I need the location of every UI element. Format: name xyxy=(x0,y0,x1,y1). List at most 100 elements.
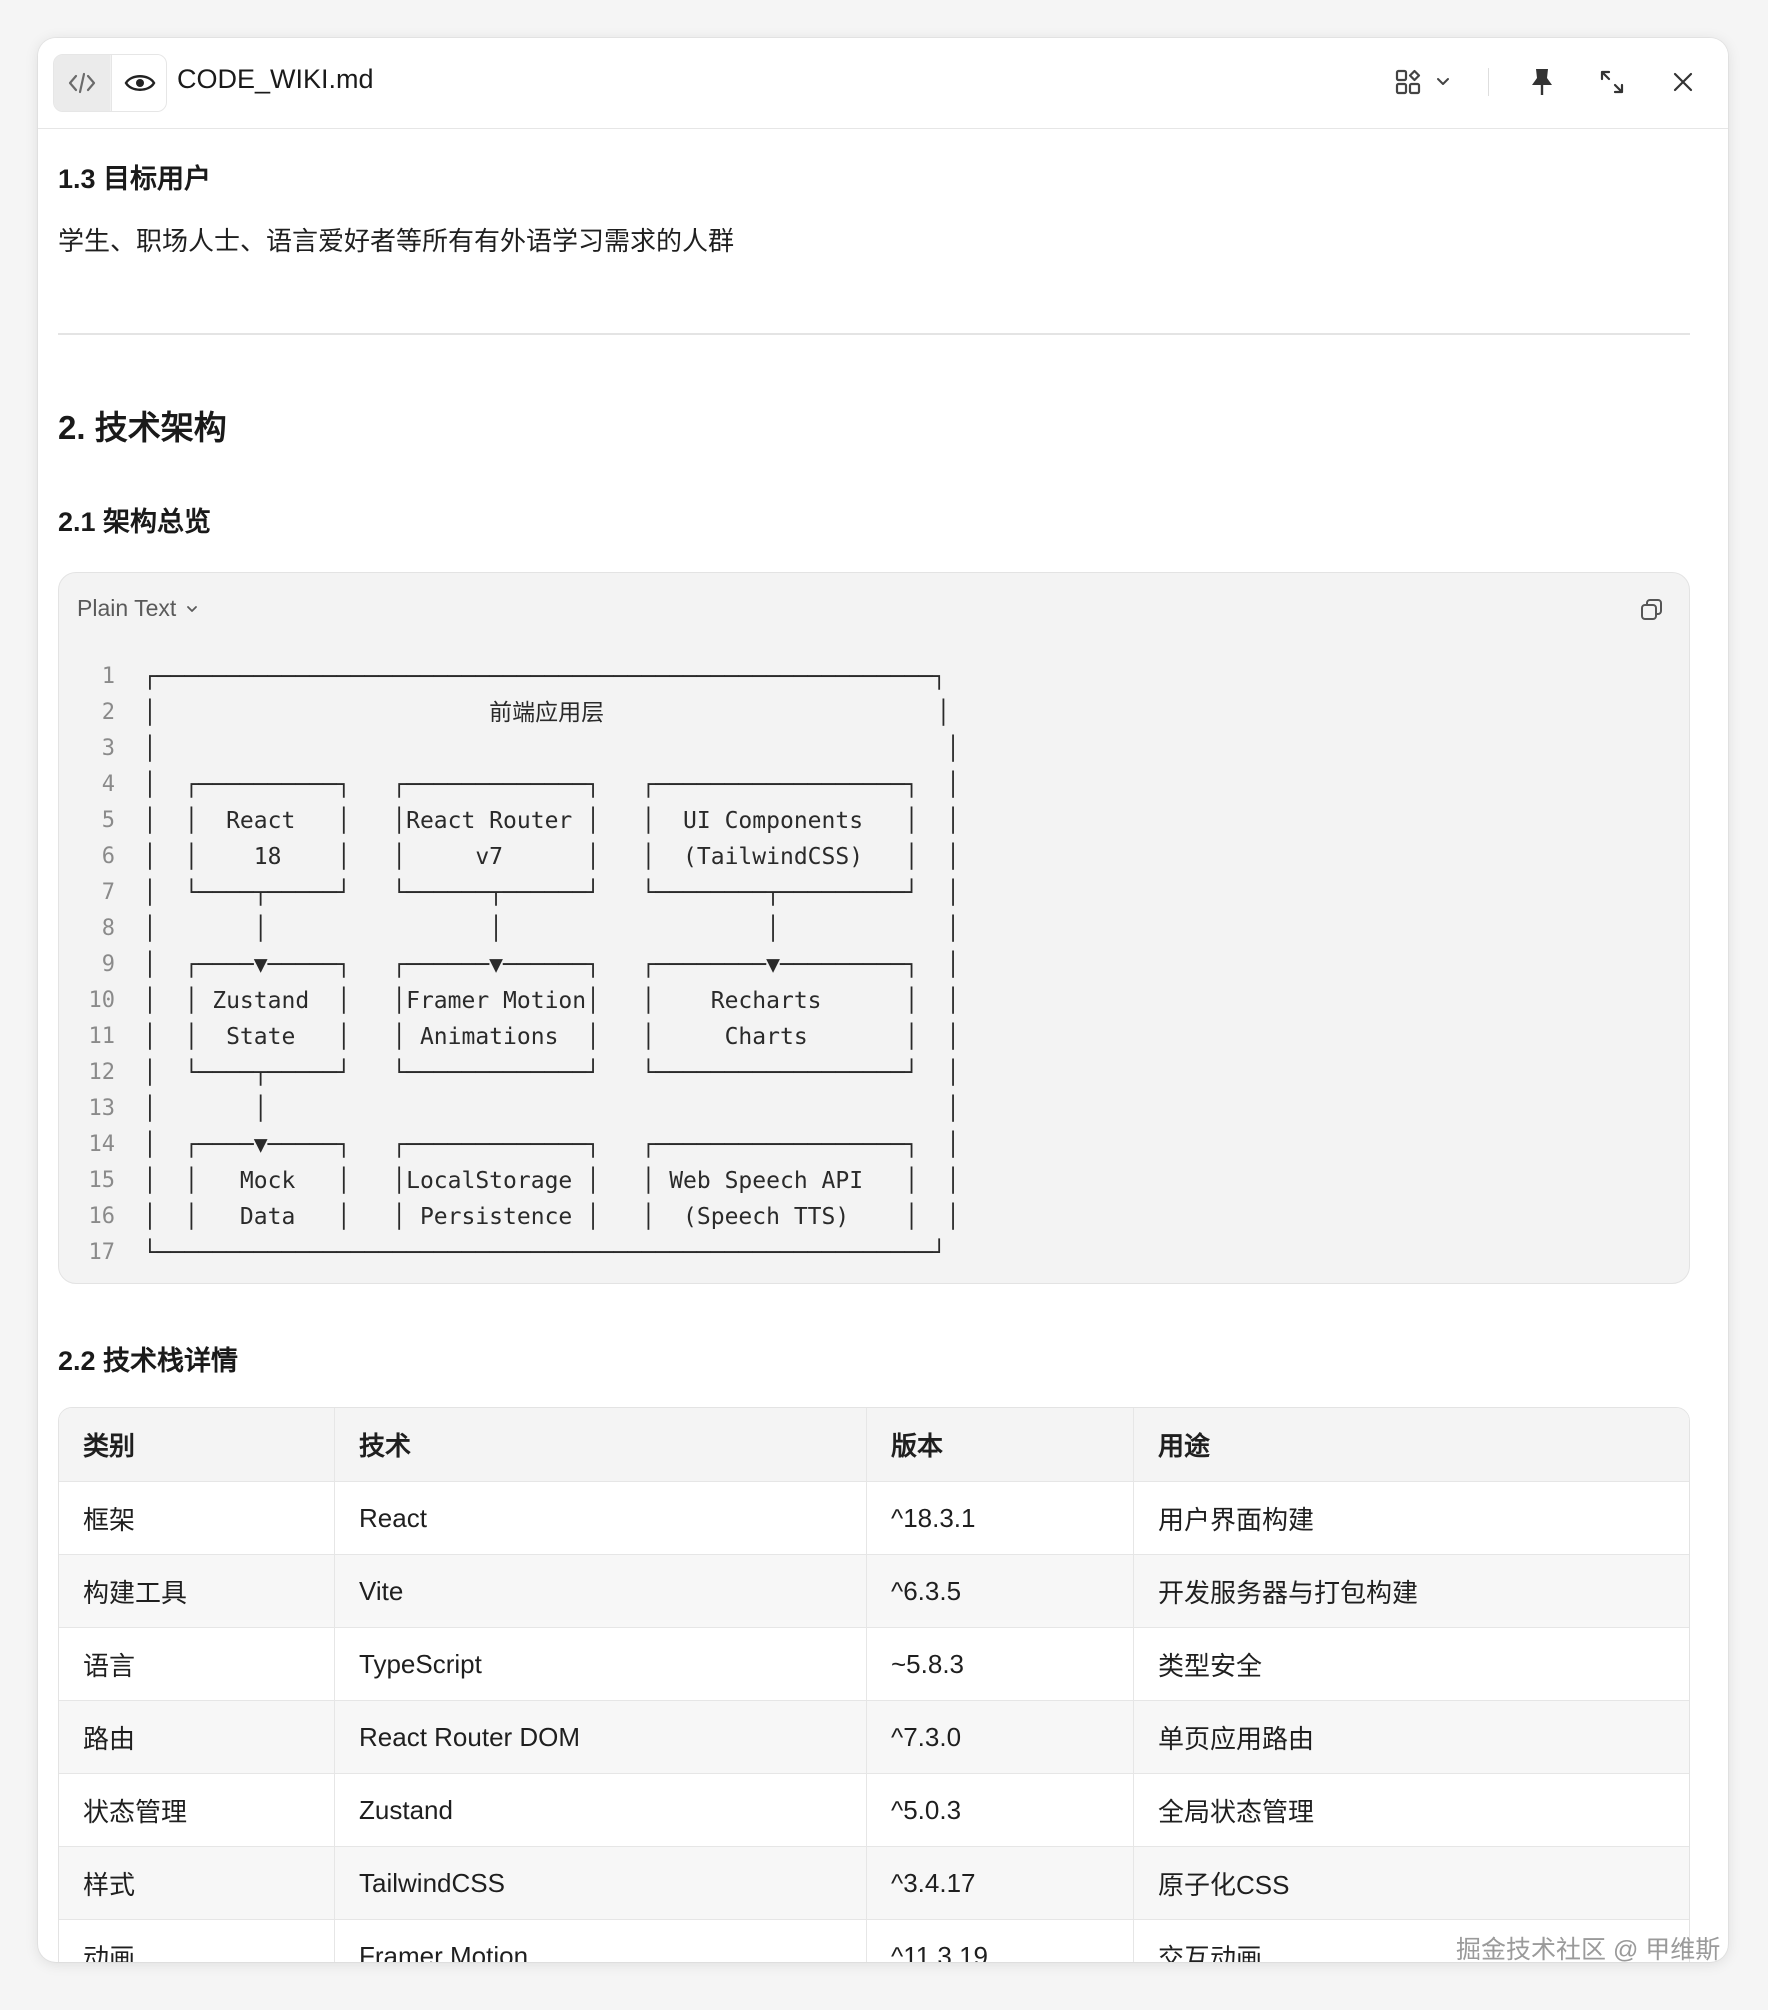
table-cell: 路由 xyxy=(83,1723,136,1754)
code-text: │ │ │ xyxy=(143,1096,960,1122)
preview-button[interactable] xyxy=(111,55,166,111)
code-text: │ └────┬─────┘ └─────────────┘ └────────… xyxy=(143,1060,960,1086)
code-text: │ │ React │ │React Router │ │ UI Compone… xyxy=(143,808,960,834)
line-number: 16 xyxy=(88,1204,116,1229)
table-cell: React xyxy=(334,1482,866,1554)
table-cell: TailwindCSS xyxy=(334,1847,866,1919)
line-number: 10 xyxy=(88,988,116,1013)
code-line: 1 ┌──────────────────────────────────────… xyxy=(59,659,1691,695)
watermark: 掘金技术社区 @ 甲维斯 xyxy=(1456,1936,1721,1964)
code-line: 2 │ 前端应用层 │ xyxy=(59,695,1691,731)
code-text: │ ┌────▼─────┐ ┌─────────────┐ ┌────────… xyxy=(143,1132,960,1158)
line-number: 3 xyxy=(101,736,115,761)
table-cell: ^3.4.17 xyxy=(866,1847,1133,1919)
table-row: 构建工具 Vite ^6.3.5 开发服务器与打包构建 xyxy=(59,1554,1689,1627)
code-line: 9 │ ┌────▼─────┐ ┌──────▼──────┐ ┌───────… xyxy=(59,947,1691,983)
heading-target-users: 1.3 目标用户 xyxy=(58,164,212,194)
table-cell: ^18.3.1 xyxy=(866,1482,1133,1554)
expand-icon xyxy=(1600,70,1624,94)
table-cell: Vite xyxy=(334,1555,866,1627)
layout-button[interactable] xyxy=(1391,62,1425,102)
code-text: │ │ xyxy=(143,736,960,762)
code-text: │ │ Mock │ │LocalStorage │ │ Web Speech … xyxy=(143,1168,960,1194)
code-text: │ │ Zustand │ │Framer Motion│ │ Recharts… xyxy=(143,988,960,1014)
table-cell: TypeScript xyxy=(334,1628,866,1700)
table-row: 动画 Framer Motion ^11.3.19 交互动画 xyxy=(59,1919,1689,1962)
code-line: 10 │ │ Zustand │ │Framer Motion│ │ Rechar… xyxy=(59,983,1691,1019)
heading-tech-stack: 2.2 技术栈详情 xyxy=(58,1346,239,1376)
code-line: 11 │ │ State │ │ Animations │ │ Charts │ … xyxy=(59,1019,1691,1055)
code-line: 16 │ │ Data │ │ Persistence │ │ (Speech T… xyxy=(59,1199,1691,1235)
table-cell: 全局状态管理 xyxy=(1133,1774,1689,1846)
line-number: 1 xyxy=(101,664,115,689)
table-cell: 开发服务器与打包构建 xyxy=(1133,1555,1689,1627)
table-row: 语言 TypeScript ~5.8.3 类型安全 xyxy=(59,1627,1689,1700)
table-cell: 用户界面构建 xyxy=(1133,1482,1689,1554)
table-cell: Zustand xyxy=(334,1774,866,1846)
code-line: 4 │ ┌──────────┐ ┌─────────────┐ ┌───────… xyxy=(59,767,1691,803)
tech-stack-table: 类别 技术 版本 用途 框架 React ^18.3.1 用户界面构建构建工具 Vite ^6.3… xyxy=(58,1407,1690,1962)
table-row: 框架 React ^18.3.1 用户界面构建 xyxy=(59,1481,1689,1554)
line-number: 4 xyxy=(101,772,115,797)
close-button[interactable] xyxy=(1665,62,1701,102)
heading-architecture-overview: 2.1 架构总览 xyxy=(58,507,212,537)
copy-button[interactable] xyxy=(1637,595,1667,625)
chevron-down-icon xyxy=(1437,78,1449,85)
table-cell: 构建工具 xyxy=(83,1577,188,1608)
table-header-cell: 技术 xyxy=(334,1408,866,1481)
table-cell: Framer Motion xyxy=(334,1920,866,1962)
code-text: │ └────┬─────┘ └──────┬──────┘ └────────… xyxy=(143,880,960,906)
table-cell: ~5.8.3 xyxy=(866,1628,1133,1700)
chevron-down-icon xyxy=(187,605,198,612)
preview-eye-icon xyxy=(124,75,155,91)
line-number: 5 xyxy=(101,808,115,833)
code-line: 14 │ ┌────▼─────┐ ┌─────────────┐ ┌──────… xyxy=(59,1127,1691,1163)
code-text: │ ┌────▼─────┐ ┌──────▼──────┐ ┌────────… xyxy=(143,952,960,978)
markdown-viewer-window: CODE_WIKI.md 1.3 目标用户 学生、职场人士、语言爱好者等所有有外… xyxy=(38,38,1728,1962)
expand-button[interactable] xyxy=(1594,62,1630,102)
pin-icon xyxy=(1532,69,1552,95)
line-number: 12 xyxy=(88,1060,116,1085)
table-cell: 语言 xyxy=(83,1650,136,1681)
code-line: 15 │ │ Mock │ │LocalStorage │ │ Web Speec… xyxy=(59,1163,1691,1199)
copy-icon xyxy=(1641,599,1662,620)
table-header-row: 类别 技术 版本 用途 xyxy=(59,1408,1689,1481)
table-header-cell: 用途 xyxy=(1133,1408,1689,1481)
language-selector[interactable]: Plain Text xyxy=(77,595,198,622)
code-text: │ │ Data │ │ Persistence │ │ (Speech TTS… xyxy=(143,1204,960,1230)
code-view-button[interactable] xyxy=(54,55,110,111)
table-cell: 单页应用路由 xyxy=(1133,1701,1689,1773)
code-line: 7 │ └────┬─────┘ └──────┬──────┘ └───────… xyxy=(59,875,1691,911)
code-text: │ │ │ │ │ xyxy=(143,916,960,942)
code-line: 12 │ └────┬─────┘ └─────────────┘ └──────… xyxy=(59,1055,1691,1091)
table-cell: 状态管理 xyxy=(83,1796,188,1827)
layout-grid-icon xyxy=(1395,69,1421,95)
language-label: Plain Text xyxy=(77,595,177,621)
code-text: ┌───────────────────────────────────────… xyxy=(143,664,947,690)
code-line: 6 │ │ 18 │ │ v7 │ │ (TailwindCSS) │ │ xyxy=(59,839,1691,875)
table-cell: ^7.3.0 xyxy=(866,1701,1133,1773)
target-users-text: 学生、职场人士、语言爱好者等所有有外语学习需求的人群 xyxy=(58,226,735,256)
heading-tech-architecture: 2. 技术架构 xyxy=(58,409,227,446)
code-line: 13 │ │ │ xyxy=(59,1091,1691,1127)
line-number: 13 xyxy=(88,1096,116,1121)
line-number: 2 xyxy=(101,700,115,725)
code-text: │ │ State │ │ Animations │ │ Charts │ │ xyxy=(143,1024,960,1050)
table-cell: ^11.3.19 xyxy=(866,1920,1133,1962)
table-cell: 类型安全 xyxy=(1133,1628,1689,1700)
section-divider xyxy=(58,333,1690,335)
line-number: 9 xyxy=(101,952,115,977)
pin-button[interactable] xyxy=(1524,62,1560,102)
table-cell: ^6.3.5 xyxy=(866,1555,1133,1627)
viewer-header: CODE_WIKI.md xyxy=(38,38,1728,129)
code-lines: 1 ┌──────────────────────────────────────… xyxy=(59,659,1691,1271)
line-number: 7 xyxy=(101,880,115,905)
table-header-cell: 版本 xyxy=(866,1408,1133,1481)
code-text: └───────────────────────────────────────… xyxy=(143,1240,947,1266)
line-number: 11 xyxy=(88,1024,116,1049)
line-number: 6 xyxy=(101,844,115,869)
layout-dropdown-button[interactable] xyxy=(1433,62,1453,102)
table-cell: 动画 xyxy=(83,1942,136,1963)
file-name: CODE_WIKI.md xyxy=(177,64,374,94)
table-row: 路由 React Router DOM ^7.3.0 单页应用路由 xyxy=(59,1700,1689,1773)
